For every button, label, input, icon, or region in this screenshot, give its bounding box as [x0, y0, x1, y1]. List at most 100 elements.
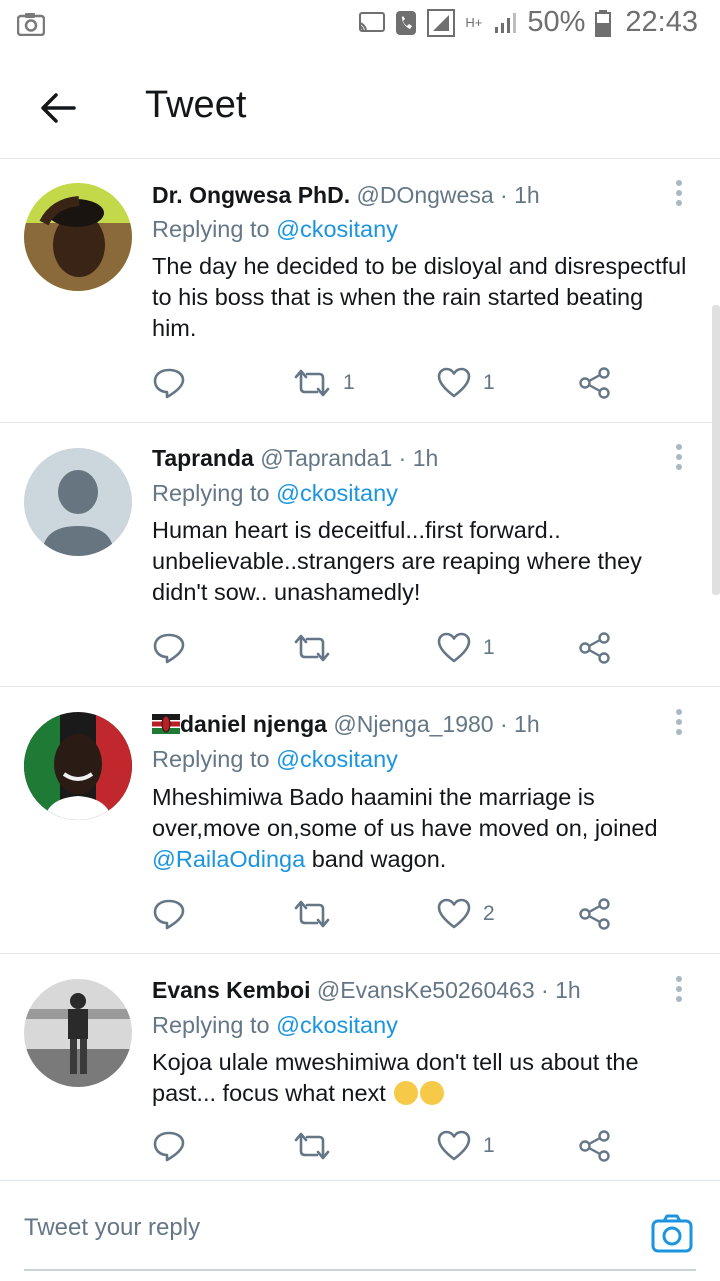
- share-button[interactable]: [578, 894, 612, 934]
- author-handle[interactable]: @Tapranda1: [260, 445, 392, 471]
- like-button[interactable]: 2: [437, 894, 495, 934]
- reply-button[interactable]: [152, 628, 186, 668]
- replying-to-line: Replying to @ckositany: [152, 214, 398, 244]
- like-button[interactable]: 1: [437, 628, 495, 668]
- more-vertical-icon[interactable]: [664, 707, 694, 737]
- heart-icon: [437, 367, 471, 398]
- share-icon: [579, 632, 610, 664]
- status-bar: H+ 50% 22:43: [0, 0, 720, 50]
- reply-icon: [153, 368, 185, 399]
- camera-icon[interactable]: [650, 1211, 694, 1255]
- author-name[interactable]: daniel njenga: [180, 711, 327, 737]
- tweet-text: Mheshimiwa Bado haamini the marriage is …: [152, 782, 692, 875]
- author-handle[interactable]: @EvansKe50260463: [317, 977, 535, 1003]
- tweet-header: Evans Kemboi @EvansKe50260463 · 1h: [152, 975, 581, 1005]
- replying-to-mention[interactable]: @ckositany: [276, 480, 398, 506]
- tweet-text: Human heart is deceitful...first forward…: [152, 517, 642, 605]
- reply-input-underline: [24, 1269, 696, 1271]
- cast-icon: [359, 11, 386, 32]
- like-count: 1: [483, 1134, 495, 1157]
- reply-button[interactable]: [152, 363, 186, 403]
- tweet-header: daniel njenga @Njenga_1980 · 1h: [152, 709, 540, 739]
- tweet-time: 1h: [514, 711, 540, 737]
- more-vertical-icon[interactable]: [664, 178, 694, 208]
- like-button[interactable]: 1: [437, 363, 495, 403]
- like-count: 2: [483, 902, 495, 925]
- scrollbar[interactable]: [712, 305, 720, 595]
- replying-to-mention[interactable]: @ckositany: [276, 746, 398, 772]
- separator-dot: ·: [541, 977, 549, 1003]
- author-name[interactable]: Evans Kemboi: [152, 977, 311, 1003]
- heart-icon: [437, 632, 471, 663]
- reply-button[interactable]: [152, 894, 186, 934]
- app-header: Tweet: [0, 60, 720, 159]
- retweet-count: 1: [343, 371, 355, 394]
- replying-to-label: Replying to: [152, 746, 270, 772]
- reply-icon: [153, 1131, 185, 1162]
- retweet-button[interactable]: [293, 1126, 343, 1166]
- tweet-item[interactable]: daniel njenga @Njenga_1980 · 1h Replying…: [0, 687, 720, 954]
- battery-percentage: 50%: [527, 6, 586, 38]
- tweet-text-part: Mheshimiwa Bado haamini the marriage is …: [152, 784, 658, 841]
- share-button[interactable]: [578, 1126, 612, 1166]
- replying-to-mention[interactable]: @ckositany: [276, 1012, 398, 1038]
- like-count: 1: [483, 371, 495, 394]
- replying-to-line: Replying to @ckositany: [152, 478, 398, 508]
- retweet-button[interactable]: 1: [293, 363, 355, 403]
- network-type: H+: [465, 15, 483, 30]
- status-time: 22:43: [625, 6, 698, 38]
- reply-input[interactable]: Tweet your reply: [24, 1214, 624, 1242]
- share-icon: [579, 898, 610, 930]
- tweet-item[interactable]: Dr. Ongwesa PhD. @DOngwesa · 1h Replying…: [0, 160, 720, 423]
- share-button[interactable]: [578, 628, 612, 668]
- avatar[interactable]: [24, 448, 132, 556]
- battery-icon: [595, 9, 612, 37]
- signal-icon: [427, 8, 456, 37]
- tweet-time: 1h: [412, 445, 439, 471]
- reply-icon: [153, 633, 185, 664]
- more-vertical-icon[interactable]: [664, 974, 694, 1004]
- replying-to-line: Replying to @ckositany: [152, 1010, 398, 1040]
- retweet-icon: [294, 369, 330, 397]
- reply-icon: [153, 899, 185, 930]
- retweet-button[interactable]: [293, 628, 343, 668]
- tweet-header: Dr. Ongwesa PhD. @DOngwesa · 1h: [152, 180, 540, 210]
- phone-icon: [396, 10, 417, 35]
- retweet-icon: [294, 634, 330, 662]
- tweet-mention[interactable]: @RailaOdinga: [152, 846, 305, 872]
- separator-dot: ·: [500, 182, 508, 208]
- avatar[interactable]: [24, 183, 132, 291]
- pleading-face-icon: [394, 1081, 419, 1105]
- tweet-text: Kojoa ulale mweshimiwa don't tell us abo…: [152, 1047, 692, 1109]
- mobile-signal-icon: [495, 12, 517, 33]
- author-name[interactable]: Dr. Ongwesa PhD.: [152, 182, 350, 208]
- separator-dot: ·: [499, 711, 508, 737]
- tweet-item[interactable]: Evans Kemboi @EvansKe50260463 · 1h Reply…: [0, 954, 720, 1179]
- heart-icon: [437, 898, 471, 929]
- retweet-icon: [294, 1132, 330, 1160]
- retweet-icon: [294, 900, 330, 928]
- retweet-button[interactable]: [293, 894, 343, 934]
- replying-to-label: Replying to: [152, 216, 270, 242]
- kenya-flag-icon: [152, 714, 180, 734]
- tweet-item[interactable]: Tapranda @Tapranda1 · 1h Replying to @ck…: [0, 423, 720, 687]
- author-handle[interactable]: @DOngwesa: [357, 182, 494, 208]
- reply-bar: Tweet your reply: [0, 1180, 720, 1281]
- camera-status-icon: [17, 13, 45, 36]
- replying-to-mention[interactable]: @ckositany: [276, 216, 398, 242]
- replying-to-line: Replying to @ckositany: [152, 744, 398, 774]
- smirk-face-icon: [420, 1081, 445, 1105]
- reply-button[interactable]: [152, 1126, 186, 1166]
- like-button[interactable]: 1: [437, 1126, 495, 1166]
- avatar[interactable]: [24, 712, 132, 820]
- separator-dot: ·: [398, 445, 407, 471]
- more-vertical-icon[interactable]: [664, 442, 694, 472]
- back-arrow-icon[interactable]: [36, 86, 80, 130]
- author-handle[interactable]: @Njenga_1980: [333, 711, 493, 737]
- tweet-actions: 1: [152, 1126, 672, 1166]
- tweet-time: 1h: [514, 182, 540, 208]
- author-name[interactable]: Tapranda: [152, 445, 254, 471]
- avatar[interactable]: [24, 979, 132, 1087]
- share-button[interactable]: [578, 363, 612, 403]
- page-title: Tweet: [145, 84, 247, 126]
